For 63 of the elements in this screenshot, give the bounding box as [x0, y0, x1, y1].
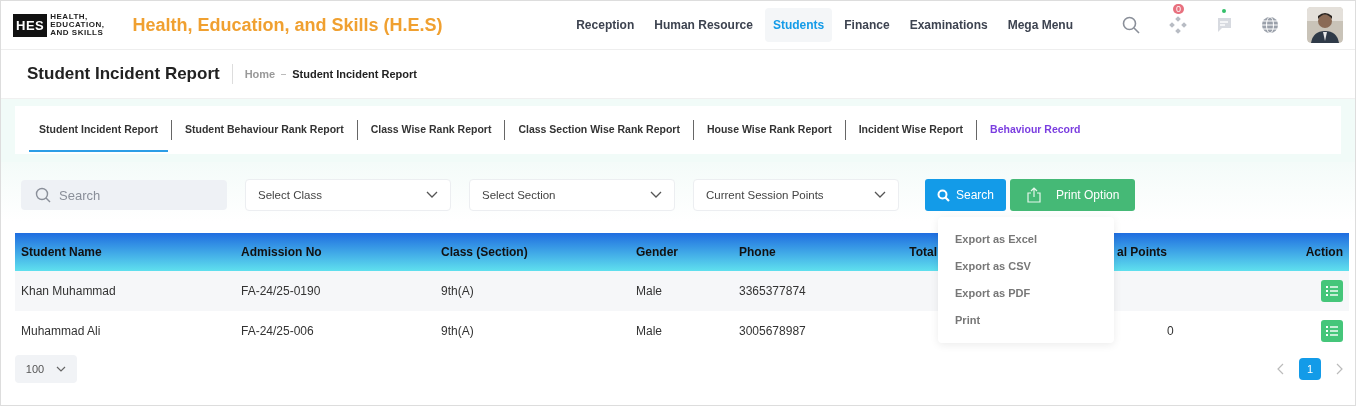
app-title: Health, Education, and Skills (H.E.S) [132, 14, 443, 36]
table-cell-text: Khan Muhammad [20, 284, 117, 298]
column-header: Class (Section) [440, 245, 529, 259]
previous-page-icon[interactable] [1277, 363, 1285, 375]
report-tab[interactable]: Class Wise Rank Report [360, 108, 502, 152]
report-tab[interactable]: Student Incident Report [29, 108, 168, 152]
logo-mark: HES [13, 13, 48, 37]
menu-item[interactable]: Export as Excel [938, 225, 1115, 252]
table-cell-text: Male [635, 324, 663, 338]
page-title: Student Incident Report [27, 64, 233, 84]
nav-link[interactable]: Mega Menu [999, 8, 1081, 42]
table-cell-text: 9th(A) [440, 284, 475, 298]
upload-icon [1026, 187, 1043, 203]
report-tab[interactable]: Incident Wise Report [848, 108, 974, 152]
table-cell-text: FA-24/25-0190 [240, 284, 322, 298]
details-button[interactable] [1321, 320, 1343, 342]
table-cell-text: 3365377874 [738, 284, 807, 298]
select-dropdown[interactable]: Select Class [245, 179, 451, 211]
chevron-down-icon [650, 191, 662, 199]
globe-icon[interactable] [1261, 16, 1279, 34]
chevron-down-icon [426, 191, 438, 199]
menu-item[interactable]: Export as PDF [938, 279, 1115, 306]
column-header: Student Name [20, 245, 103, 259]
notification-badge: 0 [1173, 4, 1184, 14]
details-button[interactable] [1321, 280, 1343, 302]
nav-link[interactable]: Examinations [901, 8, 996, 42]
report-tab[interactable]: Class Section Wise Rank Report [508, 108, 690, 152]
table-cell-text: 3005678987 [738, 324, 807, 338]
column-header: Gender [635, 245, 679, 259]
table-cell-text: 0 [1166, 324, 1175, 338]
apps-icon[interactable] [1169, 16, 1187, 34]
report-tab[interactable]: Behaviour Record [980, 108, 1091, 152]
nav-link[interactable]: Finance [836, 8, 898, 42]
select-dropdown[interactable]: Select Section [469, 179, 675, 211]
search-icon [35, 187, 51, 203]
report-tab[interactable]: Student Behaviour Rank Report [175, 108, 354, 152]
list-icon [1326, 285, 1338, 297]
table-cell-text: Muhammad Ali [20, 324, 102, 338]
column-header: Action [1304, 245, 1344, 259]
table-cell-text: 9th(A) [440, 324, 475, 338]
page-size-select[interactable]: 100 [15, 355, 77, 383]
menu-item[interactable]: Export as CSV [938, 252, 1115, 279]
chevron-down-icon [56, 365, 67, 373]
report-tab[interactable]: House Wise Rank Report [696, 108, 842, 152]
nav-link[interactable]: Human Resource [646, 8, 761, 42]
column-header: Admission No [240, 245, 323, 259]
search-icon[interactable] [1121, 15, 1141, 35]
table-cell-text: FA-24/25-006 [240, 324, 315, 338]
chevron-down-icon [874, 191, 886, 199]
chat-icon[interactable] [1215, 16, 1233, 34]
logo-text: HEALTH, EDUCATION, AND SKILLS [50, 13, 105, 37]
next-page-icon[interactable] [1335, 363, 1343, 375]
breadcrumb-current: Student Incident Report [292, 68, 417, 80]
column-header: Total [908, 245, 937, 259]
menu-item[interactable]: Print [938, 306, 1115, 333]
column-header: al Points [1117, 245, 1168, 259]
search-field[interactable]: Search [21, 180, 227, 210]
list-icon [1326, 325, 1338, 337]
search-icon [937, 188, 950, 202]
table-cell-text: Male [635, 284, 663, 298]
nav-link[interactable]: Reception [568, 8, 643, 42]
select-dropdown[interactable]: Current Session Points [693, 179, 899, 211]
column-header: Phone [738, 245, 777, 259]
